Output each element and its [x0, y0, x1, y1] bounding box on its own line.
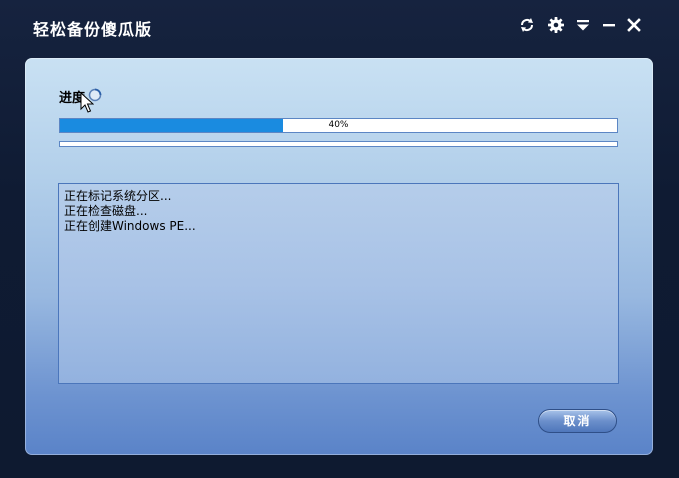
log-line: 正在创建Windows PE... — [64, 219, 196, 233]
close-icon — [626, 17, 642, 33]
cancel-button[interactable]: 取消 — [538, 409, 617, 433]
close-button[interactable] — [623, 14, 645, 36]
app-window: 轻松备份傻瓜版 进度 40% 正在标记系统分区... 正在检查磁盘... 正在创… — [0, 0, 679, 478]
app-title: 轻松备份傻瓜版 — [33, 20, 153, 39]
progress-bar: 40% — [59, 118, 618, 133]
refresh-icon — [518, 16, 536, 34]
menu-dropdown-icon — [575, 17, 591, 33]
log-output-box[interactable]: 正在标记系统分区... 正在检查磁盘... 正在创建Windows PE... — [58, 183, 619, 384]
gear-icon — [547, 16, 565, 34]
minimize-button[interactable] — [598, 14, 620, 36]
log-line: 正在检查磁盘... — [64, 204, 148, 218]
settings-button[interactable] — [545, 14, 567, 36]
title-bar[interactable]: 轻松备份傻瓜版 — [0, 0, 679, 52]
refresh-button[interactable] — [516, 14, 538, 36]
minimize-icon — [601, 17, 617, 33]
progress-percent-text: 40% — [328, 120, 349, 130]
secondary-progress-bar — [59, 141, 618, 147]
mouse-cursor-icon — [80, 91, 95, 114]
log-line: 正在标记系统分区... — [64, 189, 172, 203]
menu-button[interactable] — [572, 14, 594, 36]
